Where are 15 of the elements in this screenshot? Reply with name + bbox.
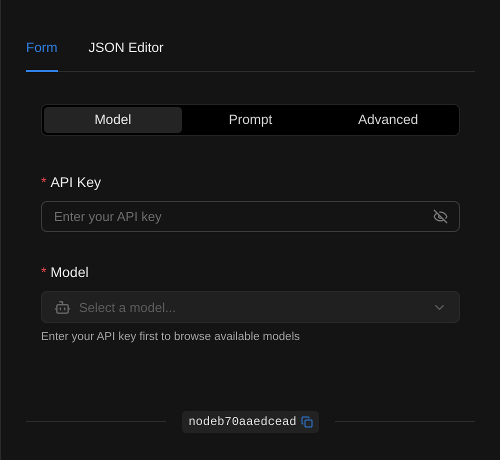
robot-icon [54, 298, 71, 316]
copy-icon[interactable] [300, 416, 313, 428]
hide-password-icon[interactable] [433, 209, 448, 224]
segment-tab[interactable]: Model [44, 107, 182, 134]
segment-tab[interactable]: Advanced [319, 107, 457, 134]
tab[interactable]: JSON Editor [88, 38, 164, 72]
field-label: Model [50, 263, 89, 282]
field-label: API Key [50, 173, 102, 192]
api-key-field[interactable]: Enter your API key [41, 201, 460, 232]
node-id: nodeb70aaedcead [188, 414, 297, 430]
tab[interactable]: Form [26, 38, 58, 72]
required-mark: * [41, 263, 46, 282]
segment-tab[interactable]: Prompt [182, 107, 320, 134]
helper-text: Enter your API key first to browse available models [41, 330, 301, 346]
required-mark: * [41, 173, 46, 192]
